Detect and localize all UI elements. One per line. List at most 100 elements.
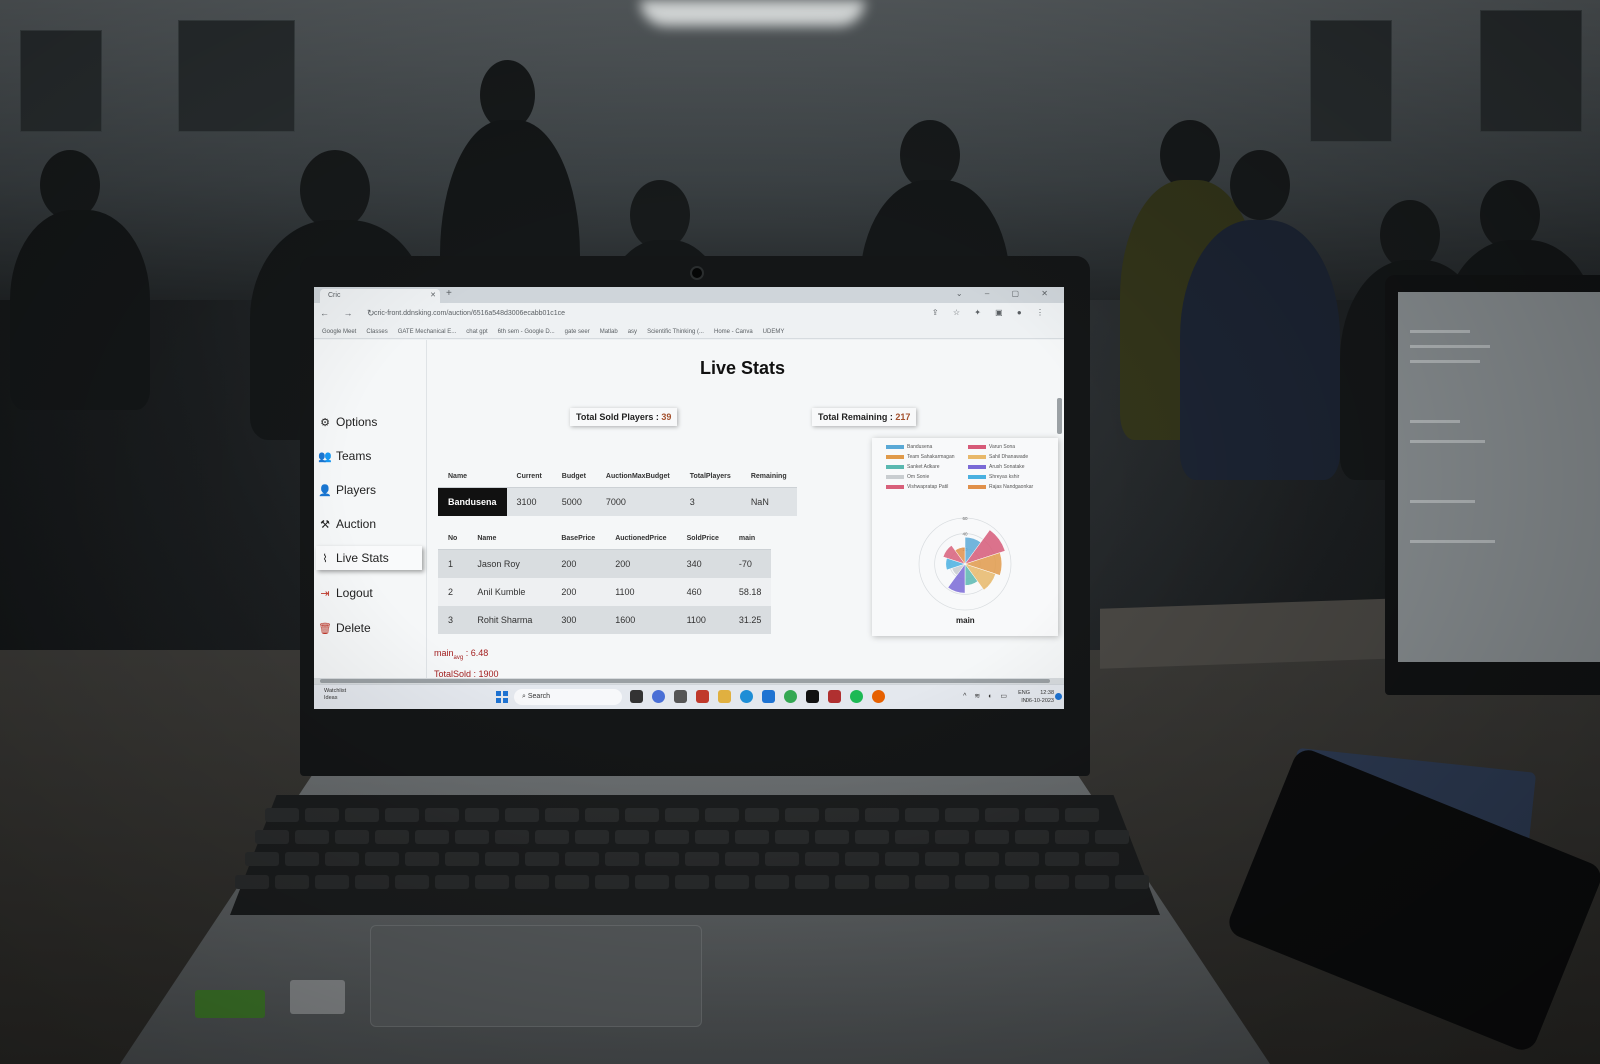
bookmark-item[interactable]: asy	[628, 325, 637, 338]
legend-item[interactable]: Team Sahakarmagan	[886, 454, 968, 460]
total-sold-badge: Total Sold Players : 39	[570, 408, 678, 426]
logout-icon: ⇥	[320, 587, 330, 600]
main-avg-label: main	[434, 648, 454, 658]
web-page: ⚙ Options 👥 Teams 👤 Players ⚒ Auction ⌇ …	[314, 340, 1064, 679]
sidebar-item-logout[interactable]: ⇥ Logout	[316, 581, 422, 605]
file-explorer-icon[interactable]	[718, 690, 731, 703]
firefox-icon[interactable]	[872, 690, 885, 703]
clock-date: 06-10-2023	[1025, 698, 1054, 704]
sidebar-item-label: Live Stats	[336, 551, 389, 565]
window-controls[interactable]: ⌄ – ▢ ✕	[956, 289, 1058, 298]
table-cell: 300	[551, 606, 606, 634]
legend-swatch	[886, 485, 904, 489]
legend-item[interactable]: Varun Sona	[968, 444, 1050, 450]
legend-row: Bandusena Varun Sona	[886, 442, 1056, 452]
sidebar-item-live-stats[interactable]: ⌇ Live Stats	[316, 546, 422, 570]
sidebar-item-teams[interactable]: 👥 Teams	[316, 444, 422, 468]
legend-row: Om Sonie Shreyas kshir	[886, 472, 1056, 482]
ceiling-light	[640, 0, 865, 26]
browser-tab[interactable]: Cric ✕	[320, 289, 440, 303]
extension-icons[interactable]: ⇪ ☆ ✦ ▣ ● ⋮	[932, 308, 1050, 317]
bookmark-item[interactable]: chat gpt	[466, 325, 487, 338]
legend-item[interactable]: Rajas Nandgaonkar	[968, 484, 1050, 490]
wall-poster	[20, 30, 102, 132]
app-icon[interactable]	[696, 690, 709, 703]
sidebar: ⚙ Options 👥 Teams 👤 Players ⚒ Auction ⌇ …	[314, 340, 427, 678]
task-view-icon[interactable]	[630, 690, 643, 703]
notification-icon[interactable]	[1055, 693, 1062, 700]
watchlist-widget[interactable]: Watchlist Ideas	[324, 688, 346, 702]
app-icon[interactable]	[762, 690, 775, 703]
table-row[interactable]: Bandusena 3100 5000 7000 3 NaN	[438, 487, 797, 516]
table-row[interactable]: 1 Jason Roy 200 200 340 -70	[438, 549, 772, 578]
sidebar-item-label: Options	[336, 415, 378, 429]
legend-swatch	[886, 455, 904, 459]
legend-item[interactable]: Vishwapratap Patil	[886, 484, 968, 490]
bookmark-item[interactable]: UDEMY	[763, 325, 785, 338]
sidebar-item-auction[interactable]: ⚒ Auction	[316, 512, 422, 536]
close-icon[interactable]: ✕	[430, 289, 436, 303]
table-cell: Anil Kumble	[467, 578, 552, 606]
total-remaining-label: Total Remaining :	[818, 412, 896, 422]
sidebar-item-options[interactable]: ⚙ Options	[316, 410, 422, 434]
taskbar-search[interactable]: ⌕ Search	[514, 689, 622, 705]
webcam	[690, 266, 704, 280]
table-cell: 1600	[605, 606, 677, 634]
photoshop-icon[interactable]	[806, 690, 819, 703]
table-cell: 3100	[506, 487, 552, 516]
spotify-icon[interactable]	[850, 690, 863, 703]
touchpad	[370, 925, 702, 1027]
scrollbar-thumb[interactable]	[320, 679, 1050, 683]
table-cell: Rohit Sharma	[467, 606, 552, 634]
legend-swatch	[886, 475, 904, 479]
windows-start-icon[interactable]	[496, 691, 508, 703]
chart-legend: Bandusena Varun Sona Team Sahakarmagan Sahi…	[886, 442, 1056, 492]
app-icon[interactable]	[674, 690, 687, 703]
chrome-icon[interactable]	[784, 690, 797, 703]
legend-item[interactable]: Sahil Dhanawade	[968, 454, 1050, 460]
bookmark-item[interactable]: 6th sem - Google D...	[498, 325, 555, 338]
vertical-scrollbar[interactable]	[1057, 398, 1062, 434]
code-line	[1410, 330, 1470, 333]
legend-item[interactable]: Bandusena	[886, 444, 968, 450]
legend-item[interactable]: Om Sonie	[886, 474, 968, 480]
table-cell: 3	[679, 487, 741, 516]
trash-icon: 🗑	[318, 622, 332, 635]
bookmark-item[interactable]: gate seer	[565, 325, 590, 338]
bookmark-item[interactable]: Scientific Thinking (...	[647, 325, 704, 338]
bookmark-item[interactable]: Matlab	[600, 325, 618, 338]
sidebar-item-label: Players	[336, 483, 377, 497]
bookmark-item[interactable]: GATE Mechanical E...	[398, 325, 457, 338]
column-header: main	[728, 527, 772, 550]
gear-icon: ⚙	[320, 416, 330, 429]
column-header: Remaining	[740, 465, 797, 488]
legend-item[interactable]: Shreyas kshir	[968, 474, 1050, 480]
legend-item[interactable]: Arush Sonatake	[968, 464, 1050, 470]
nav-buttons[interactable]: ← → ↻	[320, 308, 381, 319]
user-edit-icon: 👤	[318, 484, 332, 497]
bookmark-item[interactable]: Google Meet	[322, 325, 356, 338]
legend-item[interactable]: Sanket Adkare	[886, 464, 968, 470]
url-field[interactable]: cric-front.ddnsking.com/auction/6516a548…	[374, 307, 954, 321]
sidebar-item-delete[interactable]: 🗑 Delete	[316, 616, 422, 640]
legend-swatch	[886, 465, 904, 469]
sidebar-item-players[interactable]: 👤 Players	[316, 478, 422, 502]
chat-icon[interactable]	[652, 690, 665, 703]
table-cell: 31.25	[728, 606, 772, 634]
legend-swatch	[886, 445, 904, 449]
bookmark-item[interactable]: Home - Canva	[714, 325, 753, 338]
edge-icon[interactable]	[740, 690, 753, 703]
column-header: Current	[506, 465, 552, 488]
bookmark-item[interactable]: Classes	[366, 325, 387, 338]
browser-tabbar: Cric ✕ + ⌄ – ▢ ✕	[314, 287, 1064, 303]
table-cell: NaN	[740, 487, 797, 516]
app-icon[interactable]	[828, 690, 841, 703]
table-row[interactable]: 2 Anil Kumble 200 1100 460 58.18	[438, 578, 772, 606]
table-row[interactable]: 3 Rohit Sharma 300 1600 1100 31.25	[438, 606, 772, 634]
new-tab-icon[interactable]: +	[446, 288, 452, 299]
clock[interactable]: 12:38 06-10-2023	[1026, 689, 1054, 705]
main-avg-value: : 6.48	[463, 648, 489, 658]
watchlist-title: Watchlist	[324, 688, 347, 694]
chart-tick-label: 40	[962, 532, 968, 537]
system-tray-icons[interactable]: ^ ≋ ◐ ▭	[963, 692, 1010, 700]
